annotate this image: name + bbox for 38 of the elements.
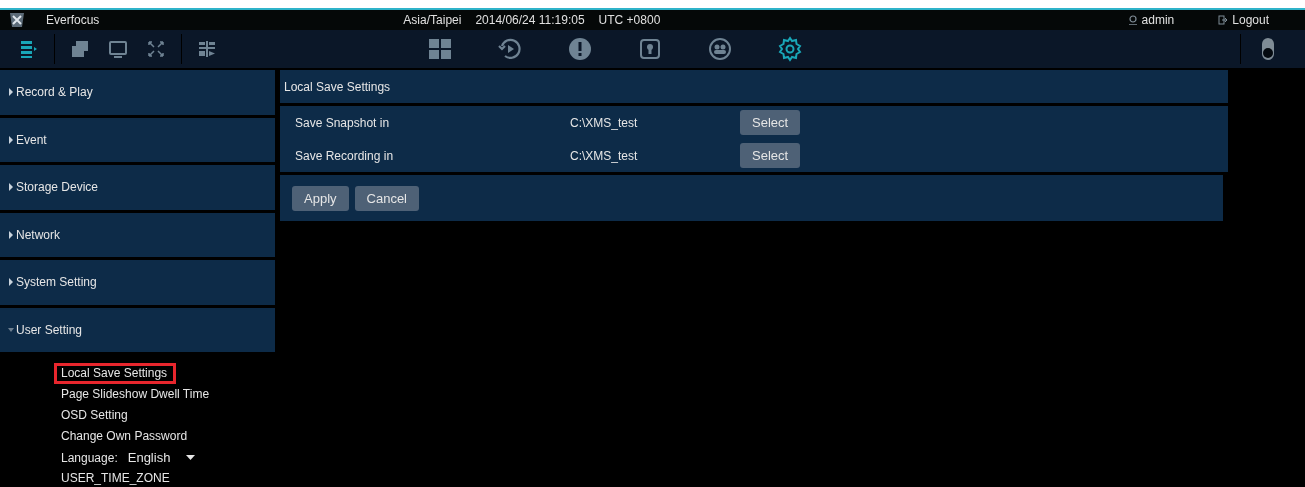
sidebar-section[interactable]: Event bbox=[0, 117, 275, 162]
apply-button[interactable]: Apply bbox=[292, 185, 349, 211]
expand-arrow-icon bbox=[8, 325, 14, 334]
path-value: C:\XMS_test bbox=[570, 115, 639, 130]
menu-item[interactable]: Change Own Password bbox=[54, 426, 197, 447]
app-name: Everfocus bbox=[46, 13, 100, 27]
user-name: admin bbox=[1141, 13, 1175, 27]
sidebar-section[interactable]: User Setting bbox=[0, 307, 275, 352]
user-icon bbox=[1127, 15, 1138, 25]
utc-offset-text: UTC +0800 bbox=[598, 13, 661, 27]
logo-icon bbox=[8, 11, 26, 29]
expand-arrow-icon bbox=[8, 183, 14, 192]
sidebar-section[interactable]: Storage Device bbox=[0, 165, 275, 210]
menu-item[interactable]: OSD Setting bbox=[54, 405, 137, 426]
logout-icon bbox=[1218, 15, 1229, 25]
select-button[interactable]: Select bbox=[740, 110, 801, 135]
toggle-icon[interactable] bbox=[1261, 37, 1275, 61]
setting-label: Save Snapshot in bbox=[294, 115, 391, 130]
sidebar-section[interactable]: Record & Play bbox=[0, 70, 275, 115]
setting-label: Save Recording in bbox=[294, 148, 395, 163]
expand-arrow-icon bbox=[8, 278, 14, 287]
sidebar-section[interactable]: System Setting bbox=[0, 260, 275, 305]
menu-item[interactable]: Page Slideshow Dwell Time bbox=[54, 384, 219, 405]
panel-title: Local Save Settings bbox=[280, 70, 1228, 103]
sidebar-section[interactable]: Network bbox=[0, 212, 275, 257]
menu-item[interactable]: Local Save Settings bbox=[54, 363, 177, 384]
timezone-text: Asia/Taipei bbox=[403, 13, 462, 27]
datetime-text: 2014/06/24 11:19:05 bbox=[475, 13, 585, 27]
expand-arrow-icon bbox=[8, 230, 14, 239]
expand-arrow-icon bbox=[8, 135, 14, 144]
path-value: C:\XMS_test bbox=[570, 148, 639, 163]
caret-icon bbox=[186, 454, 196, 461]
cancel-button[interactable]: Cancel bbox=[354, 185, 419, 211]
expand-arrow-icon bbox=[8, 88, 14, 97]
menu-item[interactable]: USER_TIME_ZONE bbox=[54, 468, 179, 487]
language-label: Language: bbox=[61, 450, 118, 465]
select-button[interactable]: Select bbox=[740, 143, 801, 168]
logout-link[interactable]: Logout bbox=[1218, 13, 1269, 27]
